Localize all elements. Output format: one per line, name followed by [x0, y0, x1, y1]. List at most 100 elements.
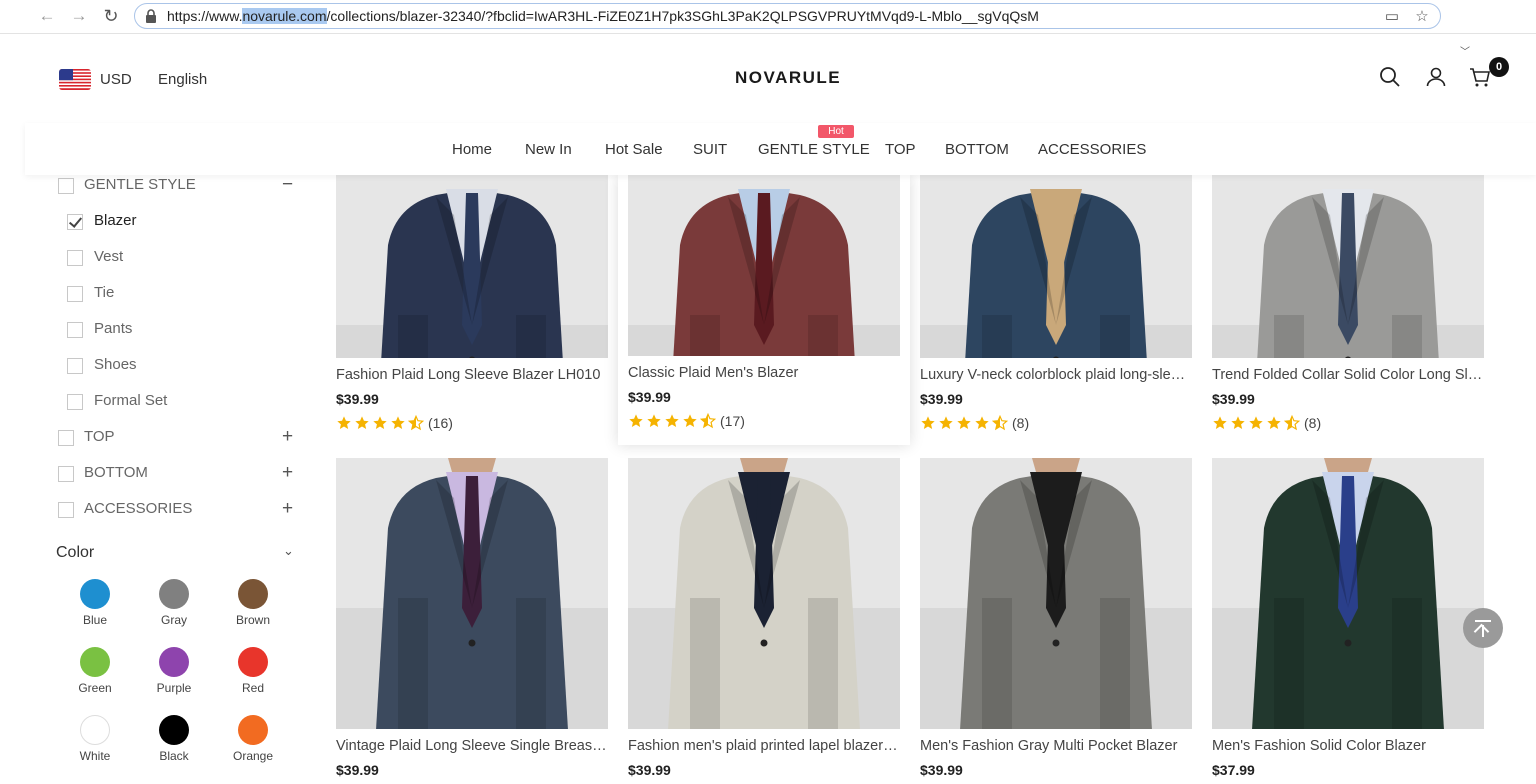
- color-swatch-blue[interactable]: [80, 579, 110, 609]
- category-blazer[interactable]: Blazer: [0, 212, 320, 232]
- product-image[interactable]: [628, 175, 900, 356]
- cart-count-badge: 0: [1489, 57, 1509, 77]
- product-card[interactable]: Men's Fashion Gray Multi Pocket Blazer $3…: [920, 458, 1192, 784]
- star-full-icon: [629, 414, 643, 427]
- chevron-down-icon[interactable]: ⌄: [283, 543, 294, 559]
- product-image[interactable]: [1212, 175, 1484, 358]
- menu-item-top[interactable]: TOP: [885, 141, 916, 158]
- product-image[interactable]: [920, 458, 1192, 729]
- star-half-icon: [1284, 414, 1300, 431]
- category-shoes[interactable]: Shoes: [0, 356, 320, 376]
- site-logo[interactable]: NOVARULE: [735, 68, 841, 88]
- category-top[interactable]: TOP +: [0, 426, 320, 448]
- cast-icon[interactable]: ▭: [1382, 7, 1402, 27]
- star-full-icon: [1231, 416, 1245, 429]
- category-checkbox[interactable]: [67, 394, 83, 410]
- color-swatch-label: Brown: [235, 613, 270, 627]
- back-arrow-icon[interactable]: ←: [35, 5, 59, 27]
- collapse-minus-icon[interactable]: −: [282, 174, 293, 196]
- product-card[interactable]: Trend Folded Collar Solid Color Long Sle…: [1212, 175, 1484, 437]
- search-icon[interactable]: [1378, 65, 1402, 89]
- expand-plus-icon[interactable]: +: [282, 498, 293, 520]
- menu-item-bottom[interactable]: BOTTOM: [945, 141, 1009, 158]
- menu-item-home[interactable]: Home: [452, 141, 492, 158]
- category-checkbox[interactable]: [67, 358, 83, 374]
- color-swatch-gray[interactable]: [159, 579, 189, 609]
- category-tie[interactable]: Tie: [0, 284, 320, 304]
- currency-selector[interactable]: USD: [100, 71, 132, 88]
- menu-item-gentle-style[interactable]: GENTLE STYLE: [758, 141, 870, 158]
- category-checkbox[interactable]: [58, 466, 74, 482]
- forward-arrow-icon[interactable]: →: [67, 5, 91, 27]
- account-icon[interactable]: [1424, 65, 1448, 89]
- color-swatch-label: Green: [78, 681, 112, 695]
- category-checkbox[interactable]: [58, 502, 74, 518]
- hot-badge: Hot: [818, 125, 854, 138]
- url-text: https://www.novarule.com/collections/bla…: [167, 8, 1039, 24]
- product-name[interactable]: Classic Plaid Men's Blazer: [628, 365, 900, 381]
- product-card[interactable]: Fashion Plaid Long Sleeve Blazer LH010 $3…: [336, 175, 608, 437]
- product-rating: (8): [920, 414, 1029, 432]
- product-image[interactable]: [628, 458, 900, 729]
- category-gentle-style[interactable]: GENTLE STYLE −: [0, 174, 320, 196]
- back-to-top-button[interactable]: [1463, 608, 1503, 648]
- category-checkbox[interactable]: [58, 430, 74, 446]
- product-image[interactable]: [336, 458, 608, 729]
- product-image[interactable]: [920, 175, 1192, 358]
- product-card[interactable]: Fashion men's plaid printed lapel blazer…: [628, 458, 900, 784]
- color-swatch-orange[interactable]: [238, 715, 268, 745]
- color-swatch-label: Purple: [156, 681, 192, 695]
- expand-plus-icon[interactable]: +: [282, 426, 293, 448]
- language-selector[interactable]: English: [158, 71, 207, 88]
- category-checkbox[interactable]: [67, 214, 83, 230]
- bookmark-star-icon[interactable]: ☆: [1412, 7, 1432, 27]
- color-swatch-red[interactable]: [238, 647, 268, 677]
- category-checkbox[interactable]: [67, 250, 83, 266]
- category-vest[interactable]: Vest: [0, 248, 320, 268]
- product-name[interactable]: Trend Folded Collar Solid Color Long Sle…: [1212, 367, 1484, 383]
- category-bottom[interactable]: BOTTOM +: [0, 462, 320, 484]
- address-bar[interactable]: https://www.novarule.com/collections/bla…: [134, 3, 1441, 29]
- product-name[interactable]: Fashion Plaid Long Sleeve Blazer LH010: [336, 367, 608, 383]
- color-swatch-purple[interactable]: [159, 647, 189, 677]
- product-card[interactable]: Classic Plaid Men's Blazer $39.99 (17): [618, 175, 910, 445]
- product-name[interactable]: Men's Fashion Solid Color Blazer: [1212, 738, 1484, 754]
- reload-icon[interactable]: ↻: [99, 5, 123, 27]
- review-count[interactable]: (8): [1304, 415, 1321, 431]
- category-checkbox[interactable]: [67, 322, 83, 338]
- category-pants[interactable]: Pants: [0, 320, 320, 340]
- us-flag-icon[interactable]: [59, 69, 91, 90]
- product-name[interactable]: Vintage Plaid Long Sleeve Single Breaste…: [336, 738, 608, 754]
- product-price: $37.99: [1212, 762, 1255, 778]
- category-checkbox[interactable]: [67, 286, 83, 302]
- star-full-icon: [957, 416, 971, 429]
- menu-item-new-in[interactable]: New In: [525, 141, 572, 158]
- expand-plus-icon[interactable]: +: [282, 462, 293, 484]
- color-filter-title: Color: [56, 544, 95, 561]
- color-swatch-label: White: [79, 749, 111, 763]
- color-swatch-white[interactable]: [80, 715, 110, 745]
- color-swatch-brown[interactable]: [238, 579, 268, 609]
- product-photo: [920, 175, 1192, 358]
- category-formal-set[interactable]: Formal Set: [0, 392, 320, 412]
- product-card[interactable]: Vintage Plaid Long Sleeve Single Breaste…: [336, 458, 608, 784]
- product-name[interactable]: Men's Fashion Gray Multi Pocket Blazer: [920, 738, 1192, 754]
- product-image[interactable]: [336, 175, 608, 358]
- product-card[interactable]: Luxury V-neck colorblock plaid long-slee…: [920, 175, 1192, 437]
- menu-item-hot-sale[interactable]: Hot Sale: [605, 141, 663, 158]
- product-image[interactable]: [1212, 458, 1484, 729]
- color-swatch-black[interactable]: [159, 715, 189, 745]
- product-card[interactable]: Men's Fashion Solid Color Blazer $37.99: [1212, 458, 1484, 784]
- color-swatch-green[interactable]: [80, 647, 110, 677]
- category-checkbox[interactable]: [58, 178, 74, 194]
- review-count[interactable]: (16): [428, 415, 453, 431]
- review-count[interactable]: (8): [1012, 415, 1029, 431]
- product-name[interactable]: Luxury V-neck colorblock plaid long-slee…: [920, 367, 1192, 383]
- category-accessories[interactable]: ACCESSORIES +: [0, 498, 320, 520]
- star-full-icon: [975, 416, 989, 429]
- menu-item-suit[interactable]: SUIT: [693, 141, 727, 158]
- menu-item-accessories[interactable]: ACCESSORIES: [1038, 141, 1146, 158]
- product-name[interactable]: Fashion men's plaid printed lapel blazer…: [628, 738, 900, 754]
- review-count[interactable]: (17): [720, 413, 745, 429]
- color-swatch-label: Black: [159, 749, 189, 763]
